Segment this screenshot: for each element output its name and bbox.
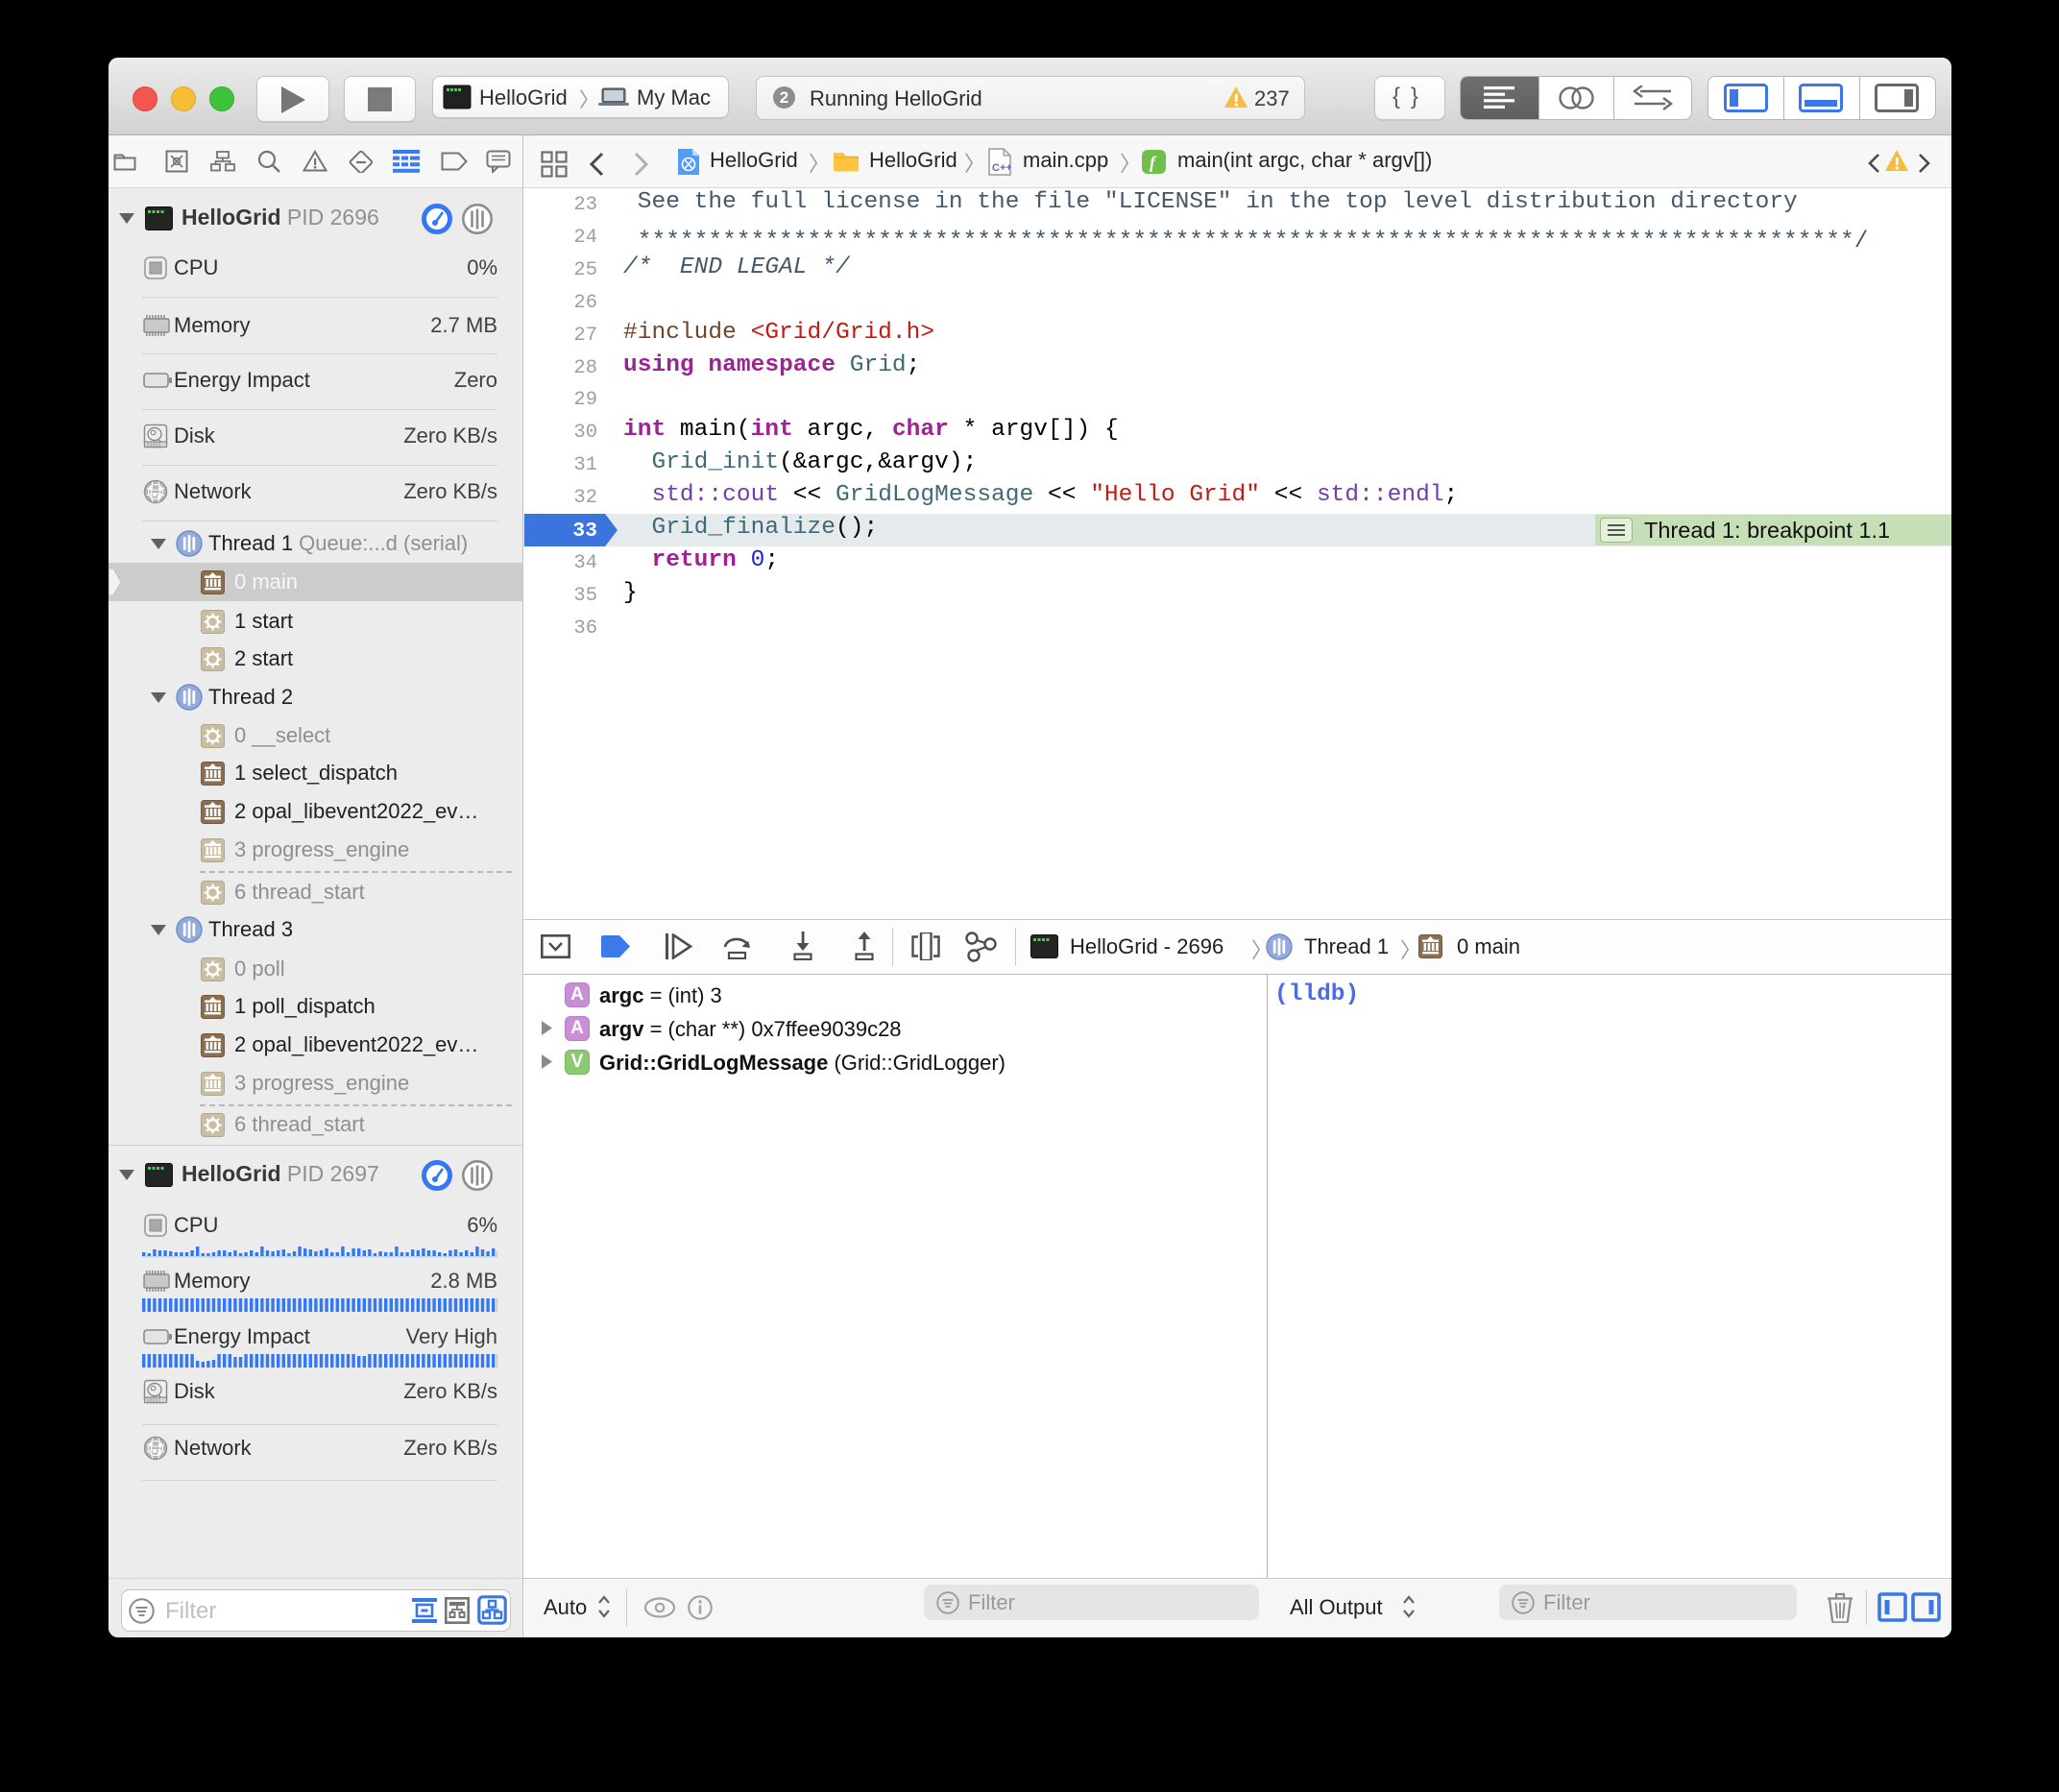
svg-text:C++: C++ — [992, 162, 1011, 174]
